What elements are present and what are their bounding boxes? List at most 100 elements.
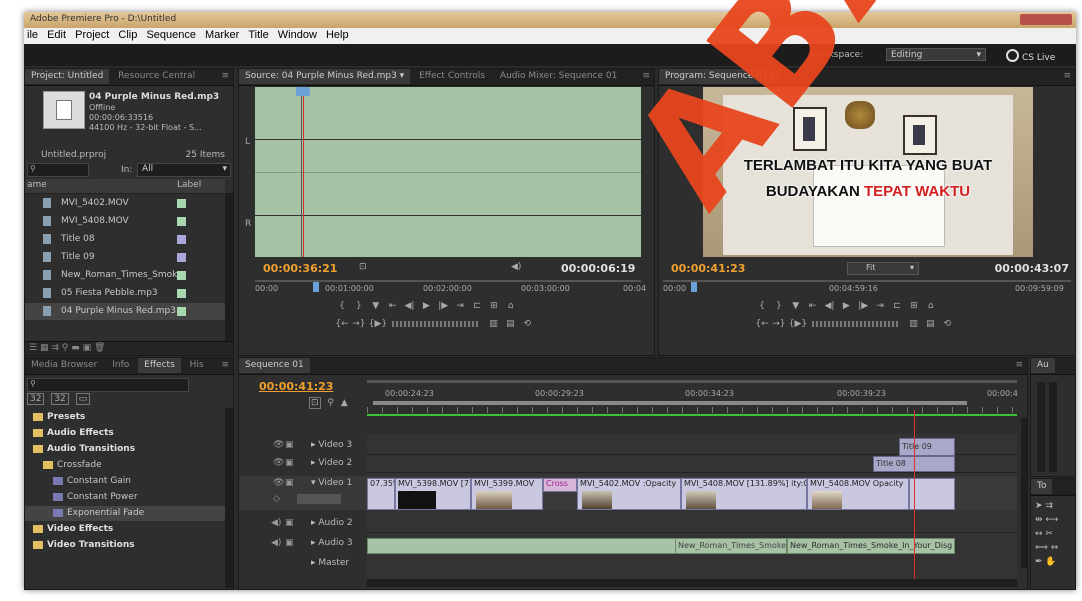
trim-icon[interactable]: ▤ — [923, 319, 937, 331]
tab-source[interactable]: Source: 04 Purple Minus Red.mp3 ▾ — [239, 69, 411, 84]
tab-media-browser[interactable]: Media Browser — [25, 358, 103, 373]
mark-out-icon[interactable]: } — [352, 301, 366, 313]
label-color-swatch[interactable] — [177, 217, 186, 226]
in-select[interactable]: All ▾ — [137, 163, 231, 177]
timeline-playhead[interactable] — [914, 410, 915, 582]
step-back-icon[interactable]: ◀| — [403, 301, 417, 313]
loop-icon[interactable]: ⟲ — [520, 319, 534, 331]
tab-project[interactable]: Project: Untitled — [25, 69, 110, 84]
tab-audio-meters[interactable]: Au — [1031, 358, 1055, 373]
effects-tree-item[interactable]: Constant Gain — [25, 474, 225, 489]
label-color-swatch[interactable] — [177, 253, 186, 262]
set-encore-marker-icon[interactable]: ▲ — [341, 398, 348, 408]
slip-tool-icon[interactable]: ⟺ — [1035, 543, 1048, 553]
program-video-frame[interactable]: TERLAMBAT ITU KITA YANG BUAT BUDAYAKAN T… — [703, 87, 1033, 257]
menu-window[interactable]: Window — [275, 28, 320, 41]
tab-audio-mixer[interactable]: Audio Mixer: Sequence 01 — [494, 69, 623, 84]
play-in-to-out-icon[interactable]: {▶} — [369, 319, 387, 331]
delete-icon[interactable]: 🗑 — [94, 343, 105, 353]
track-name[interactable]: ▸ Audio 2 — [311, 518, 353, 528]
project-item[interactable]: Title 09 — [25, 249, 225, 266]
label-color-swatch[interactable] — [177, 289, 186, 298]
speaker-icon[interactable]: ◀) — [271, 538, 281, 548]
icon-view-icon[interactable]: ▦ — [40, 343, 49, 353]
play-icon[interactable]: ▶ — [839, 301, 853, 313]
track-name[interactable]: ▸ Audio 3 — [311, 538, 353, 548]
rate-stretch-tool-icon[interactable]: ↔ — [1035, 529, 1043, 539]
search-input[interactable]: ⚲ — [27, 163, 89, 177]
timeline-ruler[interactable]: 00:00:24:23 00:00:29:23 00:00:34:23 00:0… — [367, 380, 1018, 417]
timeline-scrollbar-horizontal[interactable] — [367, 579, 1017, 587]
mark-out-icon[interactable]: } — [772, 301, 786, 313]
tab-effect-controls[interactable]: Effect Controls — [413, 69, 491, 84]
lock-icon[interactable]: ▣ — [285, 458, 294, 468]
set-marker-icon[interactable]: ▼ — [789, 301, 803, 313]
razor-tool-icon[interactable]: ✂ — [1045, 529, 1053, 539]
panel-menu-icon[interactable]: ≡ — [1015, 360, 1023, 370]
hand-tool-icon[interactable]: ✋ — [1045, 557, 1056, 567]
export-frame-icon[interactable]: ⌂ — [504, 301, 518, 313]
track-name[interactable]: ▸ Master — [311, 558, 349, 568]
menu-file[interactable]: ile — [24, 28, 41, 41]
source-zoom-icon[interactable]: ⊡ — [359, 262, 367, 272]
program-timecode-current[interactable]: 00:00:41:23 — [671, 262, 745, 275]
go-to-previous-marker-icon[interactable]: {← — [755, 319, 769, 331]
label-color-swatch[interactable] — [177, 199, 186, 208]
label-color-swatch[interactable] — [177, 271, 186, 280]
effects-tree-item[interactable]: Video Effects — [25, 522, 225, 537]
tab-program[interactable]: Program: Sequence 01 ▾ — [659, 69, 781, 84]
title-09-clip[interactable]: Title 09 — [899, 438, 955, 456]
project-item[interactable]: 05 Fiesta Pebble.mp3 — [25, 285, 225, 302]
effects-tree-item[interactable]: Constant Power — [25, 490, 225, 505]
jog-shuttle[interactable] — [391, 320, 478, 327]
menu-clip[interactable]: Clip — [115, 28, 140, 41]
label-color-swatch[interactable] — [177, 235, 186, 244]
menu-title[interactable]: Title — [245, 28, 271, 41]
timeline-timecode[interactable]: 00:00:41:23 — [259, 380, 333, 393]
track-select-tool-icon[interactable]: ⇉ — [1045, 501, 1053, 511]
track-lane-audio2[interactable] — [367, 516, 1017, 533]
timeline-scrollbar-vertical[interactable] — [1021, 418, 1027, 568]
jog-shuttle[interactable] — [811, 320, 898, 327]
accelerated-effects-icon[interactable]: 32 — [27, 393, 45, 405]
snap-icon[interactable]: ⊡ — [309, 397, 321, 409]
playhead-handle[interactable] — [296, 87, 310, 96]
panel-menu-icon[interactable]: ≡ — [221, 71, 229, 81]
insert-icon[interactable]: ⊏ — [470, 301, 484, 313]
program-timeline-ruler[interactable]: 00:00 00:04:59:16 00:09:59:09 — [663, 280, 1071, 298]
tab-info[interactable]: Info — [106, 358, 135, 373]
mark-in-icon[interactable]: { — [335, 301, 349, 313]
go-to-in-icon[interactable]: ⇤ — [806, 301, 820, 313]
tab-resource-central[interactable]: Resource Central — [112, 69, 201, 84]
project-item[interactable]: MVI_5402.MOV — [25, 195, 225, 212]
eye-icon[interactable]: 👁 — [273, 478, 284, 488]
ruler-playhead[interactable] — [313, 282, 319, 292]
tab-tools[interactable]: To — [1031, 479, 1053, 494]
video-clip[interactable]: MVI_5398.MOV [7: — [395, 478, 471, 510]
panel-menu-icon[interactable]: ≡ — [642, 71, 650, 81]
project-item[interactable]: Title 08 — [25, 231, 225, 248]
keyframe-icon[interactable]: ◇ — [273, 494, 280, 504]
audio-clip[interactable]: New_Roman_Times_Smoke — [675, 538, 787, 554]
tab-effects[interactable]: Effects — [138, 358, 181, 373]
work-area-bar[interactable] — [373, 401, 967, 405]
find-icon[interactable]: ⚲ — [62, 343, 69, 353]
column-name[interactable]: ame — [27, 180, 47, 190]
loop-icon[interactable]: ⟲ — [940, 319, 954, 331]
tab-history[interactable]: His — [184, 358, 210, 373]
effects-tree-item[interactable]: Video Transitions — [25, 538, 225, 553]
go-to-out-icon[interactable]: ⇥ — [873, 301, 887, 313]
yuv-effects-icon[interactable]: ▭ — [75, 393, 91, 405]
video-clip[interactable]: MVI_5408.MOV [131.89%] ity:Opacity — [681, 478, 807, 510]
effects-tree-item[interactable]: Audio Transitions — [25, 442, 225, 457]
effects-search-input[interactable]: ⚲ — [27, 378, 189, 392]
track-name[interactable]: ▸ Video 2 — [311, 458, 352, 468]
cs-live-button[interactable]: CS Live — [1006, 49, 1055, 63]
overwrite-icon[interactable]: ⊞ — [487, 301, 501, 313]
ruler-playhead[interactable] — [691, 282, 697, 292]
project-scrollbar[interactable] — [225, 193, 233, 343]
effects-tree-item[interactable]: Exponential Fade — [25, 506, 225, 521]
effects-tree-item[interactable]: Crossfade — [25, 458, 225, 473]
menu-project[interactable]: Project — [72, 28, 112, 41]
list-view-icon[interactable]: ☰ — [29, 343, 37, 353]
